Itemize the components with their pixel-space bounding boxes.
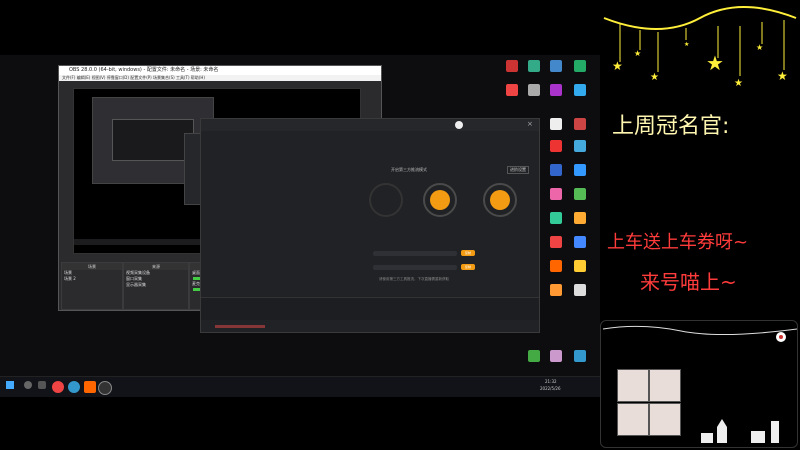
clock-time[interactable]: 21:32 [545, 379, 557, 384]
webcam-face [649, 403, 681, 436]
app-icon[interactable] [550, 236, 562, 248]
vine-icon [602, 325, 797, 342]
task-view-icon[interactable] [38, 381, 46, 389]
avatar[interactable] [455, 121, 463, 129]
town-silhouette-icon [701, 419, 779, 443]
app-icon[interactable] [550, 84, 562, 96]
step-circle [423, 183, 457, 217]
nested-preview [112, 119, 194, 161]
app-icon[interactable] [550, 188, 562, 200]
app-icon[interactable] [528, 350, 540, 362]
copy-button[interactable]: 复制 [461, 250, 475, 256]
app-icon[interactable] [550, 350, 562, 362]
taskbar: 21:32 2022/5/26 [0, 376, 600, 397]
step-circle [369, 183, 403, 217]
edge-icon[interactable] [68, 381, 80, 393]
app-icon[interactable] [574, 140, 586, 152]
search-icon[interactable] [24, 381, 32, 389]
app-icon[interactable] [574, 350, 586, 362]
advanced-button[interactable]: 进阶设置 [507, 166, 529, 174]
panel-line2: 来号喵上~ [640, 270, 737, 294]
chrome-icon[interactable] [52, 381, 64, 393]
copy-button[interactable]: 复制 [461, 264, 475, 270]
panel-title: 上周冠名官: [612, 114, 730, 139]
streamer-window: × 开启第三方推流模式 进阶设置 复制 复制 请使用第三方工具推流，下次直播需重… [200, 118, 540, 333]
bottom-toolbar [201, 297, 539, 320]
app-icon[interactable] [506, 84, 518, 96]
server-field[interactable] [373, 251, 457, 256]
webcam-face [649, 369, 681, 402]
svg-text:★: ★ [684, 41, 689, 48]
app-icon[interactable] [506, 60, 518, 72]
window-title: OBS 28.0.0 (64-bit, windows) - 配置文件: 未命名… [59, 66, 381, 75]
garland-icon: ★ ★ ★ ★ ★ ★ ★ ★ [603, 6, 797, 89]
app-icon[interactable] [574, 60, 586, 72]
app-icon[interactable] [574, 118, 586, 130]
app-icon[interactable] [574, 284, 586, 296]
app-icon[interactable] [84, 381, 96, 393]
svg-text:★: ★ [650, 72, 659, 83]
svg-text:★: ★ [777, 69, 788, 83]
source-item[interactable]: 显示器采集 [124, 282, 188, 288]
svg-text:★: ★ [634, 49, 641, 58]
menu-bar[interactable]: 文件(F) 编辑(E) 视图(V) 停靠窗口(D) 配置文件(P) 场景集合(S… [59, 75, 381, 81]
app-icon[interactable] [550, 212, 562, 224]
panel-line1: 上车送上车券呀~ [607, 232, 749, 253]
app-icon[interactable] [574, 84, 586, 96]
app-icon[interactable] [528, 84, 540, 96]
app-icon[interactable] [574, 164, 586, 176]
app-icon[interactable] [550, 284, 562, 296]
obs-icon[interactable] [98, 381, 112, 395]
app-icon[interactable] [574, 188, 586, 200]
svg-text:★: ★ [756, 43, 763, 52]
app-icon[interactable] [550, 118, 562, 130]
app-icon[interactable] [528, 60, 540, 72]
close-icon[interactable]: × [527, 120, 533, 128]
webcam-face [617, 369, 649, 402]
title-bar: × [201, 119, 539, 131]
app-icon[interactable] [550, 164, 562, 176]
scene-item[interactable]: 场景 2 [62, 276, 122, 282]
mode-label: 开启第三方推流模式 [391, 167, 427, 172]
app-icon[interactable] [574, 260, 586, 272]
svg-text:★: ★ [706, 51, 724, 75]
webcam-face [617, 403, 649, 436]
app-icon[interactable] [550, 140, 562, 152]
windows-start-icon[interactable] [6, 381, 14, 389]
app-icon[interactable] [574, 236, 586, 248]
step-circle [483, 183, 517, 217]
sources-dock: 来源 视频采集设备 窗口采集 显示器采集 [123, 262, 189, 310]
scenes-dock: 场景 场景 场景 2 [61, 262, 123, 310]
svg-text:★: ★ [734, 78, 743, 89]
note-text: 请使用第三方工具推流，下次直播需重新获取 [379, 277, 449, 281]
webcam-overlay [600, 320, 798, 448]
key-field[interactable] [373, 265, 457, 270]
star-garland: ★ ★ ★ ★ ★ ★ ★ ★ [600, 0, 800, 100]
dock-header: 场景 [62, 263, 122, 270]
warning-text [215, 325, 265, 328]
app-icon[interactable] [550, 60, 562, 72]
dock-header: 来源 [124, 263, 188, 270]
app-icon[interactable] [574, 212, 586, 224]
svg-text:★: ★ [612, 59, 623, 73]
app-icon[interactable] [550, 260, 562, 272]
clock-date[interactable]: 2022/5/26 [540, 386, 561, 391]
